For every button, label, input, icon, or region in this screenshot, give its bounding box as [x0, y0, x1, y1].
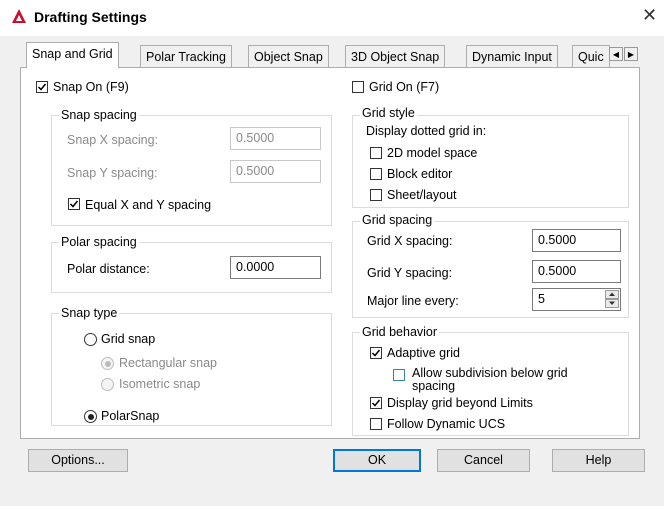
- autocad-logo-icon: [12, 9, 26, 23]
- adaptive-grid-checkbox[interactable]: [370, 347, 382, 359]
- title-bar: Drafting Settings ✕: [0, 0, 664, 36]
- tab-3d-object-snap[interactable]: 3D Object Snap: [345, 45, 446, 67]
- grid-style-legend: Grid style: [360, 106, 417, 120]
- polar-spacing-legend: Polar spacing: [59, 235, 139, 249]
- window-title: Drafting Settings: [34, 9, 147, 25]
- follow-dynamic-ucs-label: Follow Dynamic UCS: [387, 417, 506, 431]
- spin-down-icon[interactable]: [605, 299, 619, 308]
- snap-spacing-legend: Snap spacing: [59, 108, 139, 122]
- grid-y-spacing-input[interactable]: 0.5000: [532, 260, 621, 283]
- snap-x-spacing-input[interactable]: 0.5000: [230, 127, 321, 150]
- block-editor-checkbox[interactable]: [370, 168, 382, 180]
- display-dotted-grid-label: Display dotted grid in:: [366, 124, 487, 138]
- rectangular-snap-label: Rectangular snap: [119, 356, 217, 370]
- tab-dynamic-input[interactable]: Dynamic Input: [466, 45, 558, 67]
- isometric-snap-radio[interactable]: [101, 378, 114, 391]
- snap-on-checkbox[interactable]: [36, 81, 48, 93]
- tab-scroll-left-icon[interactable]: ◀: [609, 47, 623, 61]
- display-beyond-limits-label: Display grid beyond Limits: [387, 396, 533, 410]
- allow-subdivision-checkbox[interactable]: [393, 369, 405, 381]
- major-line-label: Major line every:: [367, 294, 459, 308]
- allow-subdivision-label-line1: Allow subdivision below grid: [412, 366, 568, 380]
- polar-distance-input[interactable]: 0.0000: [230, 256, 321, 279]
- model-space-label: 2D model space: [387, 146, 478, 160]
- ok-button[interactable]: OK: [333, 449, 421, 472]
- tab-quick-properties[interactable]: Quic: [572, 45, 610, 67]
- grid-on-checkbox[interactable]: [352, 81, 364, 93]
- follow-dynamic-ucs-checkbox[interactable]: [370, 418, 382, 430]
- major-line-value: 5: [538, 292, 545, 306]
- polarsnap-radio[interactable]: [84, 410, 97, 423]
- rectangular-snap-radio[interactable]: [101, 357, 114, 370]
- equal-spacing-label: Equal X and Y spacing: [85, 198, 212, 212]
- help-button[interactable]: Help: [552, 449, 645, 472]
- cancel-button[interactable]: Cancel: [437, 449, 530, 472]
- adaptive-grid-label: Adaptive grid: [387, 346, 460, 360]
- display-beyond-limits-checkbox[interactable]: [370, 397, 382, 409]
- grid-x-spacing-input[interactable]: 0.5000: [532, 229, 621, 252]
- snap-y-spacing-input[interactable]: 0.5000: [230, 160, 321, 183]
- snap-type-legend: Snap type: [59, 306, 120, 320]
- isometric-snap-label: Isometric snap: [119, 377, 201, 391]
- grid-behavior-legend: Grid behavior: [360, 325, 440, 339]
- sheet-layout-checkbox[interactable]: [370, 189, 382, 201]
- equal-spacing-checkbox[interactable]: [68, 198, 80, 210]
- grid-y-spacing-label: Grid Y spacing:: [367, 266, 453, 280]
- block-editor-label: Block editor: [387, 167, 453, 181]
- polarsnap-label: PolarSnap: [101, 409, 160, 423]
- grid-x-spacing-label: Grid X spacing:: [367, 234, 453, 248]
- grid-snap-label: Grid snap: [101, 332, 156, 346]
- sheet-layout-label: Sheet/layout: [387, 188, 457, 202]
- tab-snap-and-grid[interactable]: Snap and Grid: [26, 42, 119, 68]
- snap-x-spacing-label: Snap X spacing:: [67, 133, 159, 147]
- options-button[interactable]: Options...: [28, 449, 128, 472]
- grid-on-label: Grid On (F7): [369, 80, 440, 94]
- tab-scroll-right-icon[interactable]: ▶: [624, 47, 638, 61]
- snap-on-label: Snap On (F9): [53, 80, 129, 94]
- close-icon[interactable]: ✕: [642, 6, 657, 24]
- polar-distance-label: Polar distance:: [67, 262, 150, 276]
- model-space-checkbox[interactable]: [370, 147, 382, 159]
- tab-object-snap[interactable]: Object Snap: [248, 45, 329, 67]
- spin-up-icon[interactable]: [605, 290, 619, 299]
- grid-snap-radio[interactable]: [84, 333, 97, 346]
- snap-y-spacing-label: Snap Y spacing:: [67, 166, 158, 180]
- tab-polar-tracking[interactable]: Polar Tracking: [140, 45, 232, 67]
- allow-subdivision-label-line2: spacing: [412, 379, 456, 393]
- grid-spacing-legend: Grid spacing: [360, 213, 435, 227]
